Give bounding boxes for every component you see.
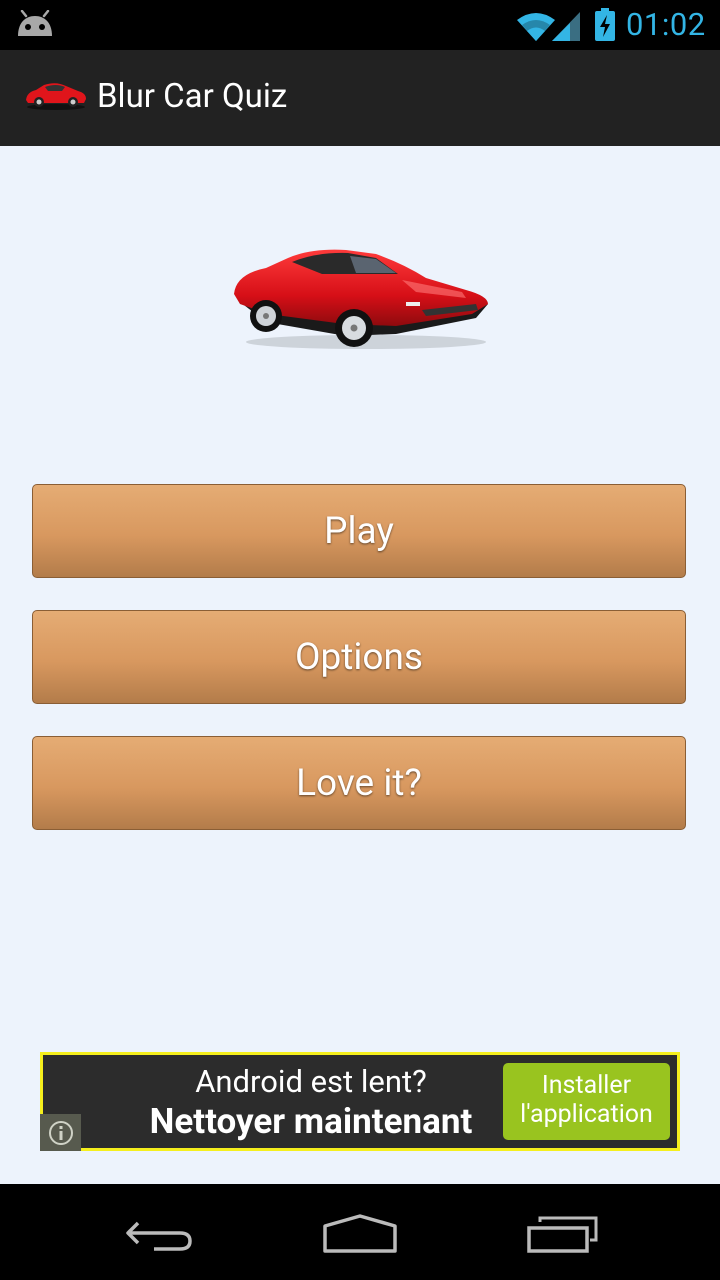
home-icon[interactable]	[322, 1214, 398, 1258]
battery-icon	[594, 8, 616, 46]
play-button[interactable]: Play	[32, 484, 686, 578]
ad-subheadline: Nettoyer maintenant	[149, 1101, 473, 1142]
car-image	[226, 244, 492, 358]
status-clock: 01:02	[626, 6, 706, 43]
install-label-app: l'application	[520, 1100, 653, 1129]
car-icon	[24, 76, 88, 116]
recents-icon[interactable]	[526, 1214, 598, 1258]
love-it-button[interactable]: Love it?	[32, 736, 686, 830]
signal-icon	[552, 10, 582, 46]
install-label: Installer	[541, 1071, 632, 1100]
status-bar: 01:02	[0, 0, 720, 50]
install-app-button[interactable]: Installer l'application	[503, 1063, 670, 1140]
options-button[interactable]: Options	[32, 610, 686, 704]
action-bar: Blur Car Quiz	[0, 50, 720, 146]
wifi-icon	[516, 10, 556, 46]
app-title: Blur Car Quiz	[97, 77, 288, 116]
main-content: Play Options Love it? Android est lent? …	[0, 146, 720, 1184]
back-icon[interactable]	[124, 1213, 196, 1257]
info-icon[interactable]	[40, 1114, 81, 1151]
navigation-bar	[0, 1184, 720, 1280]
ad-headline: Android est lent?	[195, 1063, 427, 1100]
ad-banner[interactable]: Android est lent? Nettoyer maintenant In…	[40, 1052, 680, 1151]
android-icon	[16, 9, 54, 44]
